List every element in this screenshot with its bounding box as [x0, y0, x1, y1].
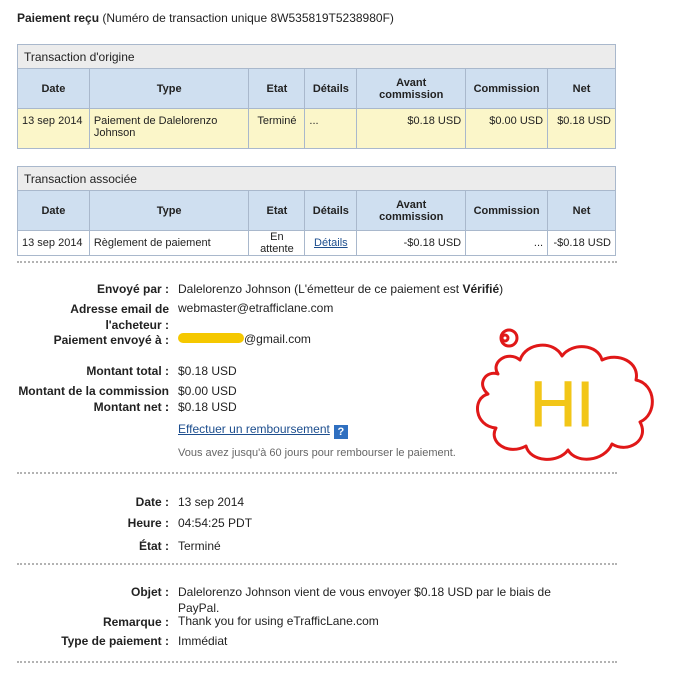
state-label: État :	[139, 539, 169, 553]
divider	[17, 661, 617, 663]
refund-row: Effectuer un remboursement?	[178, 421, 348, 439]
origin-transaction-table: Transaction d'origine Date Type Etat Dét…	[17, 44, 616, 149]
sent-by-label: Envoyé par :	[96, 282, 169, 296]
col-date: Date	[17, 190, 90, 231]
hi-cloud-annotation: HI	[476, 328, 654, 461]
page-header: Paiement reçu (Numéro de transaction uni…	[17, 11, 394, 25]
sent-to-value: @gmail.com	[178, 331, 311, 347]
note-value: Thank you for using eTrafficLane.com	[178, 614, 379, 628]
col-type: Type	[88, 190, 250, 231]
state-value: Terminé	[178, 539, 221, 553]
net-value: $0.18 USD	[178, 400, 237, 414]
cell-type: Paiement de Dalelorenzo Johnson	[88, 108, 250, 149]
note-label: Remarque :	[102, 615, 169, 629]
payment-type-label: Type de paiement :	[61, 634, 169, 648]
cell-type: Règlement de paiement	[88, 230, 250, 256]
table-row: 13 sep 2014 Règlement de paiement En att…	[17, 230, 616, 256]
details-link[interactable]: Détails	[314, 237, 348, 249]
total-value: $0.18 USD	[178, 364, 237, 378]
divider	[17, 472, 617, 474]
date-label: Date :	[135, 495, 169, 509]
time-value: 04:54:25 PDT	[178, 516, 253, 530]
cell-avant: $0.18 USD	[356, 108, 467, 149]
redacted-highlight	[178, 333, 244, 343]
sent-by-value: Dalelorenzo Johnson (L'émetteur de ce pa…	[178, 282, 504, 296]
cell-avant: -$0.18 USD	[356, 230, 467, 256]
page-title: Paiement reçu	[17, 11, 100, 25]
col-type: Type	[88, 68, 250, 109]
col-etat: Etat	[248, 68, 306, 109]
net-label: Montant net :	[93, 400, 169, 414]
col-avant: Avant commission	[356, 68, 467, 109]
subject-value: Dalelorenzo Johnson vient de vous envoye…	[178, 585, 551, 615]
verified-status: Vérifié	[462, 282, 500, 296]
payment-type-value: Immédiat	[178, 634, 228, 648]
table-row: 13 sep 2014 Paiement de Dalelorenzo John…	[17, 108, 616, 149]
cell-date: 13 sep 2014	[17, 230, 90, 256]
refund-note: Vous avez jusqu'à 60 jours pour rembours…	[178, 447, 456, 459]
refund-link[interactable]: Effectuer un remboursement	[178, 422, 330, 436]
help-icon[interactable]: ?	[333, 425, 348, 439]
buyer-email-label: Adresse email de l'acheteur :	[70, 302, 169, 332]
subject-label: Objet :	[131, 585, 169, 599]
associated-caption: Transaction associée	[17, 166, 616, 191]
col-etat: Etat	[248, 190, 306, 231]
hi-annotation-text: HI	[530, 368, 594, 440]
origin-caption: Transaction d'origine	[17, 44, 616, 69]
cell-commission: ...	[465, 230, 549, 256]
total-label: Montant total :	[86, 364, 169, 378]
cell-net: -$0.18 USD	[547, 230, 616, 256]
buyer-email-value: webmaster@etrafficlane.com	[178, 301, 334, 315]
cell-date: 13 sep 2014	[17, 108, 90, 149]
cell-net: $0.18 USD	[547, 108, 616, 149]
cell-etat: En attente	[248, 230, 306, 256]
col-details: Détails	[304, 190, 358, 231]
date-value: 13 sep 2014	[178, 495, 245, 509]
associated-transaction-table: Transaction associée Date Type Etat Déta…	[17, 166, 616, 256]
cell-etat: Terminé	[248, 108, 306, 149]
divider	[17, 261, 617, 263]
transaction-id: (Numéro de transaction unique 8W535819T5…	[102, 11, 394, 25]
col-net: Net	[547, 190, 616, 231]
time-label: Heure :	[127, 516, 169, 530]
col-avant: Avant commission	[356, 190, 467, 231]
fee-value: $0.00 USD	[178, 384, 237, 398]
col-details: Détails	[304, 68, 358, 109]
divider	[17, 563, 617, 565]
cell-details: ...	[304, 108, 358, 149]
col-commission: Commission	[465, 190, 549, 231]
col-net: Net	[547, 68, 616, 109]
cell-commission: $0.00 USD	[465, 108, 549, 149]
col-commission: Commission	[465, 68, 549, 109]
sent-to-label: Paiement envoyé à :	[53, 333, 169, 347]
col-date: Date	[17, 68, 90, 109]
